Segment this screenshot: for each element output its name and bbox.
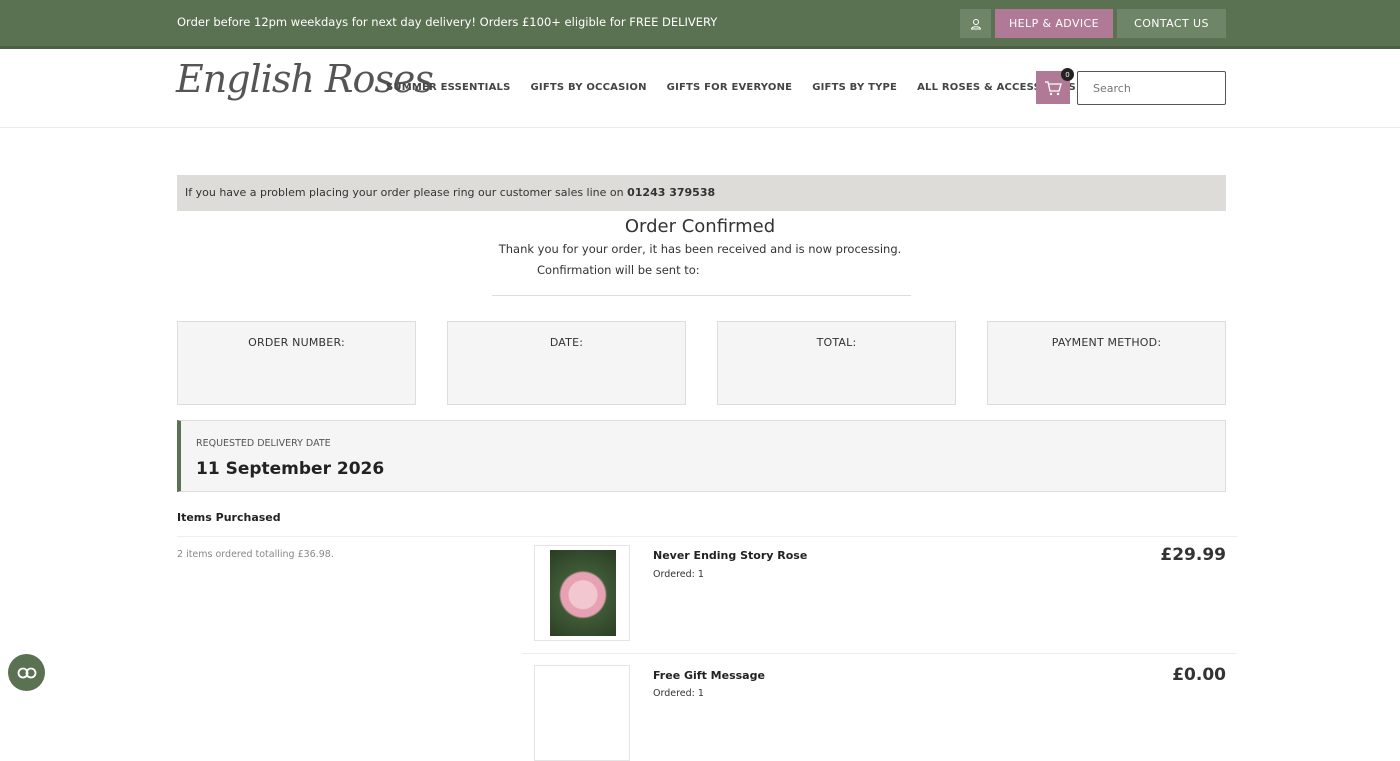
- product-quantity: Ordered: 1: [653, 569, 704, 580]
- order-date-label: DATE:: [549, 336, 584, 349]
- sales-phone-number: 01243 379538: [627, 186, 716, 199]
- product-name[interactable]: Free Gift Message: [653, 669, 765, 682]
- link-icon: [17, 667, 36, 678]
- site-header: English Roses SUMMER ESSENTIALS GIFTS BY…: [0, 49, 1400, 128]
- order-date-box: DATE:: [447, 321, 686, 405]
- promo-text: Order before 12pm weekdays for next day …: [177, 15, 718, 29]
- order-total-box: TOTAL:: [717, 321, 956, 405]
- cart-icon: [1045, 80, 1062, 95]
- account-button[interactable]: [960, 9, 991, 38]
- accessibility-button[interactable]: [8, 654, 45, 691]
- top-bar: Order before 12pm weekdays for next day …: [0, 0, 1400, 49]
- page-title: Order Confirmed: [624, 216, 776, 237]
- nav-gifts-by-type[interactable]: GIFTS BY TYPE: [812, 82, 897, 93]
- order-help-notice: If you have a problem placing your order…: [177, 175, 1226, 211]
- divider: [522, 653, 1237, 654]
- logo[interactable]: English Roses: [176, 57, 434, 101]
- search-input[interactable]: [1077, 71, 1226, 105]
- order-number-box: ORDER NUMBER:: [177, 321, 416, 405]
- help-advice-button[interactable]: HELP & ADVICE: [995, 9, 1113, 38]
- confirmation-sent-to: Confirmation will be sent to:: [537, 263, 700, 277]
- main-nav: SUMMER ESSENTIALS GIFTS BY OCCASION GIFT…: [386, 82, 1076, 93]
- order-total-label: TOTAL:: [816, 336, 857, 349]
- items-summary: 2 items ordered totalling £36.98.: [177, 549, 334, 560]
- rose-image: [550, 550, 616, 636]
- product-price: £0.00: [1172, 665, 1226, 685]
- cart-count-badge: 0: [1061, 68, 1074, 81]
- product-thumbnail[interactable]: [534, 665, 630, 761]
- contact-us-button[interactable]: CONTACT US: [1117, 9, 1226, 38]
- user-icon: [970, 18, 981, 29]
- nav-summer-essentials[interactable]: SUMMER ESSENTIALS: [386, 82, 510, 93]
- notice-text: If you have a problem placing your order…: [185, 186, 628, 199]
- product-quantity: Ordered: 1: [653, 688, 704, 699]
- requested-delivery-panel: REQUESTED DELIVERY DATE 11 September 202…: [177, 420, 1226, 492]
- nav-gifts-by-occasion[interactable]: GIFTS BY OCCASION: [530, 82, 646, 93]
- order-number-label: ORDER NUMBER:: [248, 336, 345, 349]
- product-thumbnail[interactable]: [534, 545, 630, 641]
- delivery-date-value: 11 September 2026: [196, 459, 385, 479]
- product-name[interactable]: Never Ending Story Rose: [653, 549, 807, 562]
- payment-method-box: PAYMENT METHOD:: [987, 321, 1226, 405]
- confirmation-message: Thank you for your order, it has been re…: [498, 242, 902, 256]
- divider: [177, 536, 1237, 537]
- product-price: £29.99: [1160, 545, 1226, 565]
- items-purchased-heading: Items Purchased: [177, 511, 281, 524]
- divider: [492, 295, 911, 296]
- delivery-date-label: REQUESTED DELIVERY DATE: [196, 438, 331, 449]
- payment-method-label: PAYMENT METHOD:: [1051, 336, 1162, 349]
- nav-gifts-for-everyone[interactable]: GIFTS FOR EVERYONE: [667, 82, 793, 93]
